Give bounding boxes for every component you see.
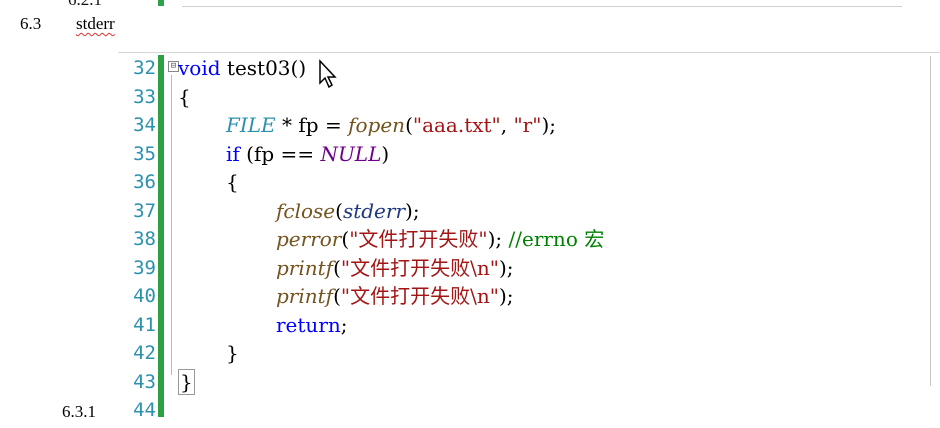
paren: ( — [333, 256, 341, 280]
editor-frame-edge — [930, 56, 931, 386]
line-number: 38 — [133, 228, 156, 250]
type: FILE — [226, 113, 276, 137]
paren: ); — [498, 284, 514, 308]
operator: = — [318, 113, 349, 137]
section-title[interactable]: stderr — [76, 14, 115, 34]
line-number: 42 — [133, 342, 156, 364]
paren: ) — [381, 142, 390, 166]
paren: ( — [335, 199, 343, 223]
line-number: 44 — [133, 399, 156, 421]
paren: ( — [405, 113, 413, 137]
code-line-34: FILE * fp = fopen("aaa.txt", "r"); — [226, 111, 556, 139]
code-editor[interactable]: 32 33 34 35 36 37 38 39 40 41 42 43 44 ⊟… — [118, 52, 940, 421]
function-call: printf — [276, 284, 334, 308]
code-line-32: void test03() — [178, 54, 306, 82]
paren: ); — [541, 113, 556, 137]
code-area[interactable]: ⊟ void test03() { FILE * fp = fopen("aaa… — [166, 53, 936, 421]
code-line-42: } — [226, 339, 239, 367]
line-number: 39 — [133, 257, 156, 279]
keyword: void — [178, 56, 221, 80]
line-number: 43 — [133, 371, 156, 393]
line-number-gutter: 32 33 34 35 36 37 38 39 40 41 42 43 44 — [118, 53, 158, 421]
heading-6-2-1: 6.2.1 — [68, 0, 102, 10]
line-number: 34 — [133, 114, 156, 136]
paren: ( — [333, 284, 341, 308]
brace: { — [178, 85, 191, 109]
string: "文件打开失败\n" — [340, 284, 499, 308]
code-line-35: if (fp == NULL) — [226, 140, 389, 168]
code-line-39: printf("文件打开失败\n"); — [276, 254, 513, 282]
line-number: 33 — [133, 86, 156, 108]
line-number: 40 — [133, 285, 156, 307]
line-number: 41 — [133, 314, 156, 336]
line-number: 32 — [133, 57, 156, 79]
line-number: 37 — [133, 200, 156, 222]
code-line-37: fclose(stderr); — [276, 197, 420, 225]
string: "文件打开失败\n" — [340, 256, 499, 280]
function-call: perror — [276, 227, 342, 251]
section-number: 6.3 — [20, 14, 42, 33]
semicolon: ; — [340, 313, 348, 337]
line-number: 35 — [133, 143, 156, 165]
code-line-36: { — [226, 168, 239, 196]
comma: , — [500, 113, 514, 137]
line-number: 36 — [133, 171, 156, 193]
operator: == — [274, 142, 321, 166]
fold-guide — [171, 75, 172, 375]
comment: //errno 宏 — [508, 227, 605, 251]
code-line-38: perror("文件打开失败"); //errno 宏 — [276, 225, 604, 253]
code-line-40: printf("文件打开失败\n"); — [276, 282, 513, 310]
paren: ( — [239, 142, 254, 166]
mouse-cursor-icon — [319, 59, 337, 89]
function-name: test03 — [220, 56, 291, 80]
change-bar — [158, 55, 164, 417]
keyword: if — [226, 142, 240, 166]
function-call: fclose — [276, 199, 336, 223]
keyword: return — [276, 313, 341, 337]
variable: fp — [298, 113, 319, 137]
paren: ); — [487, 227, 509, 251]
code-line-41: return; — [276, 311, 348, 339]
paren: ); — [405, 199, 420, 223]
variable: fp — [253, 142, 275, 166]
paren: ); — [498, 256, 514, 280]
function-call: printf — [276, 256, 334, 280]
macro: NULL — [320, 142, 382, 166]
divider — [182, 6, 902, 7]
brace: { — [226, 170, 239, 194]
brace: } — [178, 369, 195, 395]
subsection-number: 6.3.1 — [62, 402, 96, 421]
code-line-43: } — [178, 368, 195, 396]
string: "r" — [513, 113, 542, 137]
variable: stderr — [342, 199, 406, 223]
string: "文件打开失败" — [349, 227, 488, 251]
brace: } — [226, 341, 239, 365]
paren: () — [290, 56, 307, 80]
code-line-33: { — [178, 83, 191, 111]
change-bar-top — [158, 0, 164, 6]
function-call: fopen — [348, 113, 406, 137]
operator: * — [275, 113, 299, 137]
string: "aaa.txt" — [412, 113, 501, 137]
